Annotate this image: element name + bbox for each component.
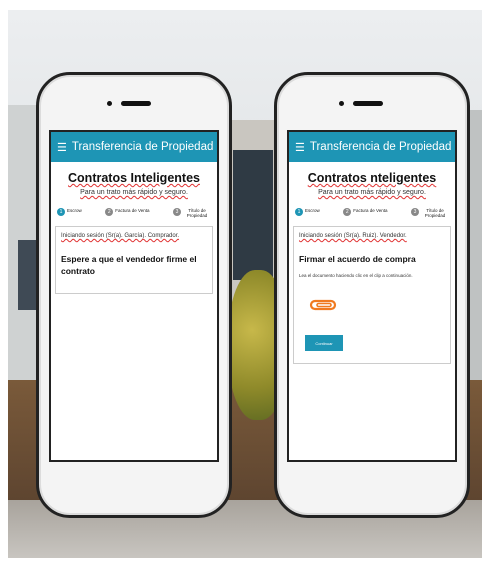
front-camera (339, 101, 344, 106)
front-camera (107, 101, 112, 106)
phone-seller: ☰ Transferencia de Propiedad Contratos n… (274, 72, 470, 518)
menu-icon[interactable]: ☰ (57, 141, 67, 154)
page-title: Contratos nteligentes (307, 171, 437, 185)
step-label: Factura de Venta (115, 208, 150, 213)
background-photo: ☰ Transferencia de Propiedad Contratos I… (8, 10, 482, 558)
step-factura[interactable]: 2 Factura de Venta (343, 208, 388, 216)
app-bar: ☰ Transferencia de Propiedad (289, 132, 455, 162)
speaker (353, 101, 383, 106)
phone-screen: ☰ Transferencia de Propiedad Contratos I… (49, 130, 219, 462)
step-2-icon: 2 (105, 208, 114, 216)
step-label: Escrow (67, 208, 82, 213)
phone-buyer: ☰ Transferencia de Propiedad Contratos I… (36, 72, 232, 518)
phone-screen: ☰ Transferencia de Propiedad Contratos n… (287, 130, 457, 462)
step-label: Escrow (305, 208, 320, 213)
step-1-icon: 1 (57, 208, 65, 216)
page-title: Contratos Inteligentes (68, 171, 200, 185)
center-window (233, 150, 273, 280)
app-bar: ☰ Transferencia de Propiedad (51, 132, 217, 162)
continue-button[interactable]: Continuar (305, 335, 343, 351)
step-escrow[interactable]: 1 Escrow (295, 208, 320, 216)
status-message: Firmar el acuerdo de compra (299, 254, 416, 264)
step-titulo[interactable]: 3 Título de Propiedad (172, 208, 211, 218)
page-subtitle: Para un trato más rápido y seguro. (318, 189, 426, 196)
step-3-icon: 3 (410, 208, 419, 216)
stepper: 1 Escrow 2 Factura de Venta 3 Título de … (295, 208, 449, 218)
speaker (121, 101, 151, 106)
step-3-icon: 3 (172, 208, 181, 216)
status-card: Iniciando sesión (Sr(a). García). Compra… (55, 226, 213, 294)
instructions-text: Lea el documento haciendo clic en el cli… (299, 273, 413, 278)
step-factura[interactable]: 2 Factura de Venta (105, 208, 150, 216)
paperclip-icon[interactable] (309, 298, 337, 312)
app-bar-title: Transferencia de Propiedad (71, 141, 214, 153)
status-card: Iniciando sesión (Sr(a). Ruiz). Vendedor… (293, 226, 451, 364)
stepper: 1 Escrow 2 Factura de Venta 3 Título de … (57, 208, 211, 218)
menu-icon[interactable]: ☰ (295, 141, 305, 154)
page-subtitle: Para un trato más rápido y seguro. (80, 189, 188, 196)
step-1-icon: 1 (295, 208, 303, 216)
app-bar-title: Transferencia de Propiedad (309, 141, 452, 153)
step-label: Título de Propiedad (424, 208, 446, 218)
step-label: Factura de Venta (353, 208, 388, 213)
step-titulo[interactable]: 3 Título de Propiedad (410, 208, 449, 218)
step-2-icon: 2 (343, 208, 352, 216)
session-text: Iniciando sesión (Sr(a). García). Compra… (61, 233, 180, 239)
step-label: Título de Propiedad (186, 208, 208, 218)
session-text: Iniciando sesión (Sr(a). Ruiz). Vendedor… (299, 233, 407, 239)
status-message: Espere a que el vendedor firme el contra… (61, 254, 197, 276)
step-escrow[interactable]: 1 Escrow (57, 208, 82, 216)
